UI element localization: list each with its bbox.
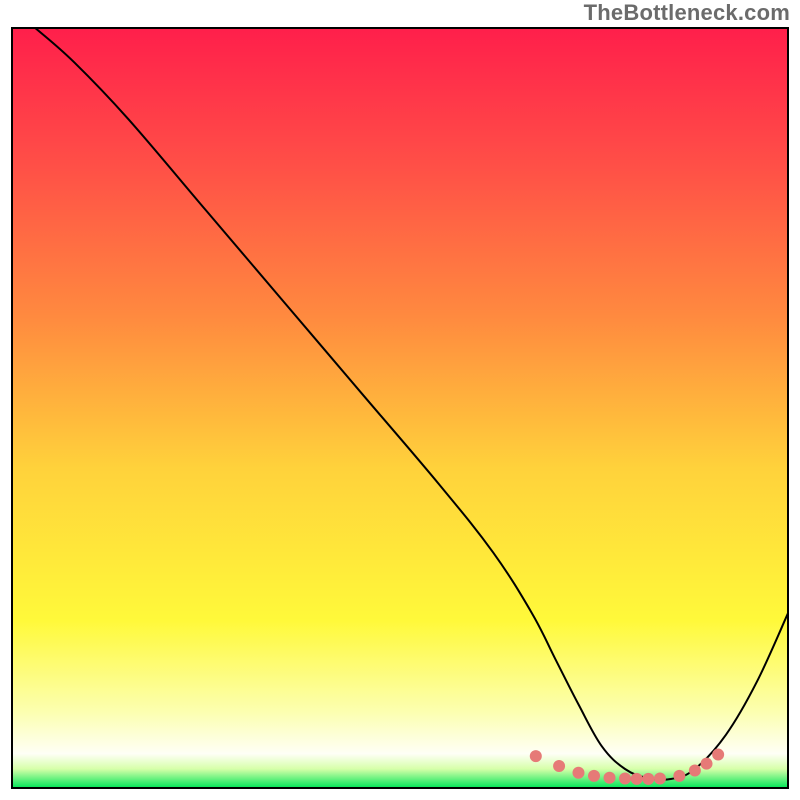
marker-point [553,760,565,772]
marker-point [588,770,600,782]
marker-point [631,773,643,785]
marker-point [572,767,584,779]
chart-stage: TheBottleneck.com [0,0,800,800]
marker-point [642,773,654,785]
bottleneck-chart [0,0,800,800]
marker-point [654,773,666,785]
marker-point [530,750,542,762]
marker-point [689,765,701,777]
marker-point [701,758,713,770]
marker-point [673,770,685,782]
gradient-background [12,28,788,788]
marker-point [604,772,616,784]
marker-point [619,773,631,785]
marker-point [712,749,724,761]
